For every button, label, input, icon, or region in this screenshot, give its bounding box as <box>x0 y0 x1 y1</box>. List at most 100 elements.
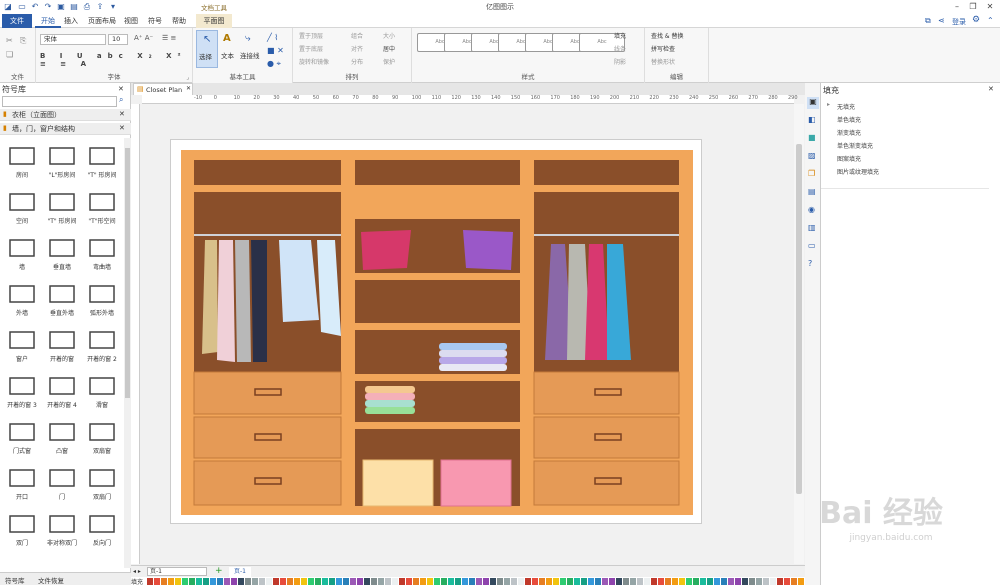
color-swatch[interactable] <box>329 578 335 585</box>
color-swatch[interactable] <box>616 578 622 585</box>
color-swatch[interactable] <box>658 578 664 585</box>
symbol-item[interactable]: 空间 <box>2 184 42 229</box>
color-swatch[interactable] <box>686 578 692 585</box>
color-swatch[interactable] <box>693 578 699 585</box>
drawing-page[interactable] <box>170 139 702 524</box>
symbol-item[interactable]: 开着的窗 <box>42 322 82 367</box>
menu-file[interactable]: 文件 <box>2 14 32 28</box>
library-search-input[interactable] <box>2 96 117 107</box>
library-scrollbar[interactable] <box>124 138 131 568</box>
format-painter-icon[interactable]: ✂ <box>6 36 13 45</box>
color-swatch[interactable] <box>238 578 244 585</box>
color-swatch[interactable] <box>294 578 300 585</box>
text-format-buttons[interactable]: B I U abc X₂ X² ≡ ≡ A <box>40 52 192 68</box>
category-1-close-icon[interactable]: ✕ <box>119 110 125 118</box>
symbol-item[interactable]: 墙 <box>2 230 42 275</box>
doc-tab-close-icon[interactable]: ✕ <box>186 85 191 92</box>
symbol-item[interactable]: 滑窗 <box>82 368 122 413</box>
search-icon[interactable]: ⌕ <box>119 95 123 105</box>
share-screen-icon[interactable]: ⧉ <box>925 16 931 26</box>
color-swatch[interactable] <box>343 578 349 585</box>
color-swatch[interactable] <box>742 578 748 585</box>
color-swatch[interactable] <box>448 578 454 585</box>
color-swatch[interactable] <box>434 578 440 585</box>
symbol-item[interactable]: 窗户 <box>2 322 42 367</box>
color-swatch[interactable] <box>203 578 209 585</box>
color-swatch[interactable] <box>735 578 741 585</box>
color-swatch[interactable] <box>224 578 230 585</box>
color-palette[interactable]: 填充 <box>131 577 805 586</box>
color-swatch[interactable] <box>287 578 293 585</box>
color-swatch[interactable] <box>301 578 307 585</box>
color-swatch[interactable] <box>392 578 398 585</box>
fill-option-gradient[interactable]: 渐变填充 <box>821 127 991 140</box>
color-swatch[interactable] <box>651 578 657 585</box>
color-swatch[interactable] <box>245 578 251 585</box>
color-swatch[interactable] <box>378 578 384 585</box>
data-panel-icon[interactable]: ▥ <box>808 223 816 232</box>
symbol-item[interactable]: 门 <box>42 460 82 505</box>
symbol-item[interactable]: 门式窗 <box>2 414 42 459</box>
layers-panel-icon[interactable]: ❐ <box>808 169 815 178</box>
color-swatch[interactable] <box>455 578 461 585</box>
page-tab[interactable]: 页-1 <box>229 567 251 577</box>
shape-tools[interactable]: ╱ ⌇ ■ ✕ ● ⌖ <box>267 31 284 70</box>
fill-option-picture[interactable]: 图片或纹理填充 <box>821 166 991 179</box>
color-swatch[interactable] <box>413 578 419 585</box>
color-swatch[interactable] <box>161 578 167 585</box>
library-category-2[interactable]: ▮ 墙，门，窗户和结构 ✕ <box>0 123 131 135</box>
color-swatch[interactable] <box>728 578 734 585</box>
find-replace-button[interactable]: 查找 & 替换 <box>651 32 684 41</box>
share-icon[interactable]: ⋖ <box>938 16 945 25</box>
color-swatch[interactable] <box>546 578 552 585</box>
symbol-item[interactable]: 双扇门 <box>82 460 122 505</box>
align-icon[interactable]: ☰ ≡ <box>162 34 176 42</box>
symbol-item[interactable]: "T"形空间 <box>82 184 122 229</box>
color-swatch[interactable] <box>175 578 181 585</box>
color-swatch[interactable] <box>462 578 468 585</box>
connector-tool[interactable]: ⤷ 连接线 <box>240 30 262 68</box>
shadow-panel-icon[interactable]: ■ <box>808 133 816 142</box>
color-swatch[interactable] <box>525 578 531 585</box>
restore-icon[interactable]: ❐ <box>968 2 978 12</box>
line-button[interactable]: 线条 <box>614 45 626 54</box>
symbol-item[interactable]: "L"形房间 <box>42 138 82 183</box>
symbol-item[interactable]: "T" 形房间 <box>42 184 82 229</box>
color-swatch[interactable] <box>518 578 524 585</box>
color-swatch[interactable] <box>147 578 153 585</box>
image-panel-icon[interactable]: ▨ <box>808 151 816 160</box>
menu-page-layout[interactable]: 页面布局 <box>82 14 122 28</box>
select-tool[interactable]: ↖ 选择 <box>196 30 218 68</box>
color-swatch[interactable] <box>490 578 496 585</box>
color-swatch[interactable] <box>539 578 545 585</box>
fill-panel-close-icon[interactable]: ✕ <box>988 85 994 93</box>
symbol-item[interactable]: 开着的窗 2 <box>82 322 122 367</box>
color-swatch[interactable] <box>567 578 573 585</box>
login-button[interactable]: 登录 <box>952 17 966 27</box>
center-button[interactable]: 居中 <box>383 45 395 54</box>
color-swatch[interactable] <box>266 578 272 585</box>
symbol-item[interactable]: 弯曲墙 <box>82 230 122 275</box>
color-swatch[interactable] <box>469 578 475 585</box>
symbol-item[interactable]: 弧形外墙 <box>82 276 122 321</box>
symbol-item[interactable]: 开口 <box>2 460 42 505</box>
symbol-item[interactable]: 凸窗 <box>42 414 82 459</box>
color-swatch[interactable] <box>371 578 377 585</box>
color-swatch[interactable] <box>672 578 678 585</box>
color-swatch[interactable] <box>322 578 328 585</box>
color-swatch[interactable] <box>644 578 650 585</box>
color-swatch[interactable] <box>798 578 804 585</box>
color-swatch[interactable] <box>504 578 510 585</box>
color-swatch[interactable] <box>784 578 790 585</box>
send-back-button[interactable]: 置于底层 <box>299 45 323 54</box>
menu-symbols[interactable]: 符号 <box>142 14 168 28</box>
symbol-item[interactable]: 反向门 <box>82 506 122 551</box>
color-swatch[interactable] <box>623 578 629 585</box>
close-icon[interactable]: ✕ <box>985 2 995 12</box>
color-swatch[interactable] <box>364 578 370 585</box>
symbol-item[interactable]: 双扇窗 <box>82 414 122 459</box>
font-dialog-icon[interactable]: ⌟ <box>186 74 189 81</box>
color-swatch[interactable] <box>182 578 188 585</box>
menu-floor-plan[interactable]: 平面图 <box>196 14 232 28</box>
page-nav-icon[interactable]: ◂ ▸ <box>133 568 141 575</box>
